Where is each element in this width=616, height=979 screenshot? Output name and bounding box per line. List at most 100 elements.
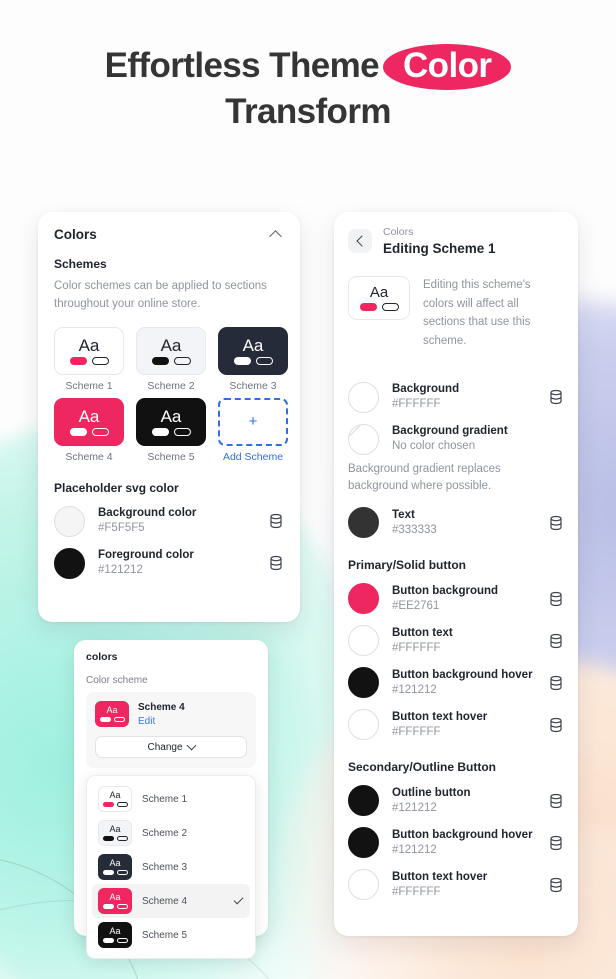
scheme-pill-outline (91, 356, 109, 365)
database-icon[interactable] (548, 591, 564, 607)
colors-panel: Colors Schemes Color schemes can be appl… (38, 212, 300, 622)
selected-scheme-row: Aa Scheme 4 Edit (95, 701, 247, 727)
scheme-menu-item-3[interactable]: Aa Scheme 3 (92, 850, 250, 884)
color-scheme-picker-panel: colors Color scheme Aa Scheme 4 Edit Cha… (74, 640, 268, 959)
color-name: Foreground color (98, 548, 194, 561)
scheme-grid: Aa Scheme 1 Aa Scheme 2 Aa Scheme 3 Aa Scheme 4… (54, 326, 288, 463)
scheme-label: Scheme 4 (65, 450, 113, 463)
edit-scheme-link[interactable]: Edit (138, 716, 185, 727)
color-swatch[interactable] (348, 381, 379, 413)
scheme-label: Scheme 2 (147, 379, 195, 392)
placeholder-color-row: Foreground color #121212 (54, 547, 284, 579)
database-icon[interactable] (548, 633, 564, 649)
scheme-menu-swatch: Aa (98, 786, 132, 812)
color-swatch[interactable] (348, 423, 379, 455)
page-title: Effortless Theme Color Transform (0, 44, 616, 135)
scheme-menu-pills (102, 836, 128, 841)
scheme-menu-item-2[interactable]: Aa Scheme 2 (92, 816, 250, 850)
scheme-swatch-4[interactable]: Aa (54, 397, 124, 446)
scheme-swatch-5[interactable]: Aa (136, 397, 206, 446)
database-icon[interactable] (548, 389, 564, 405)
scheme-menu-pill-filled (102, 802, 114, 807)
database-icon[interactable] (548, 793, 564, 809)
scheme-menu-pill-outline (116, 836, 128, 841)
color-scheme-field-label: Color scheme (86, 675, 148, 686)
database-icon[interactable] (548, 717, 564, 733)
scheme-menu-sample-text: Aa (109, 790, 121, 800)
editing-scheme-header: Colors Editing Scheme 1 (348, 226, 564, 256)
scheme-menu-swatch: Aa (98, 922, 132, 948)
color-name: Button text hover (392, 870, 488, 883)
color-setting-hint: Background gradient replaces background … (348, 462, 501, 493)
scheme-menu-sample-text: Aa (109, 892, 121, 902)
color-setting-row: Button text hover #FFFFFF (348, 869, 564, 901)
color-swatch[interactable] (348, 785, 379, 817)
color-hex-value: #333333 (392, 523, 437, 536)
scheme-swatch-1[interactable]: Aa (54, 326, 124, 375)
scheme-swatch-3[interactable]: Aa (218, 326, 288, 375)
scheme-menu-label: Scheme 1 (142, 793, 188, 805)
scheme-menu-pill-filled (102, 938, 114, 943)
database-icon[interactable] (548, 835, 564, 851)
color-swatch[interactable] (348, 869, 379, 901)
color-swatch[interactable] (348, 583, 379, 615)
scheme-pill-outline (173, 356, 191, 365)
selected-scheme-pill-outline (113, 717, 125, 722)
add-scheme-cell: + Add Scheme (218, 397, 288, 463)
editing-scheme-panel: Colors Editing Scheme 1 Aa Editing this … (334, 212, 578, 936)
color-hex-value: #121212 (392, 683, 437, 696)
color-hex-value: #121212 (392, 801, 437, 814)
headline-line1-text: Effortless Theme (104, 46, 380, 85)
selected-scheme-swatch[interactable]: Aa (95, 701, 129, 727)
scheme-menu-item-1[interactable]: Aa Scheme 1 (92, 782, 250, 816)
schemes-description: Color schemes can be applied to sections… (54, 280, 267, 310)
scheme-cell: Aa Scheme 3 (218, 326, 288, 392)
selected-scheme-name: Scheme 4 (138, 701, 185, 713)
scheme-preview: Aa Editing this scheme's colors will aff… (348, 276, 564, 351)
scheme-menu-pills (102, 870, 128, 875)
scheme-menu-pill-outline (116, 870, 128, 875)
check-icon (233, 896, 244, 907)
color-setting-row: Button text hover #FFFFFF (348, 709, 564, 741)
database-icon[interactable] (548, 877, 564, 893)
color-setting-row: Background gradient No color chosen (348, 423, 564, 455)
database-icon[interactable] (268, 513, 284, 529)
database-icon[interactable] (548, 675, 564, 691)
scheme-cell: Aa Scheme 5 (136, 397, 206, 463)
scheme-pills (69, 356, 109, 365)
scheme-menu-item-4[interactable]: Aa Scheme 4 (92, 884, 250, 918)
scheme-pills (233, 356, 273, 365)
scheme-sample-text: Aa (242, 335, 264, 355)
color-name: Button background hover (392, 828, 533, 841)
color-name: Button background hover (392, 668, 533, 681)
scheme-preview-pill-filled (359, 303, 377, 312)
add-scheme-button[interactable]: + (218, 397, 288, 446)
color-swatch[interactable] (348, 625, 379, 657)
chevron-left-icon[interactable] (348, 229, 372, 253)
database-icon[interactable] (548, 515, 564, 531)
scheme-dropdown-menu: Aa Scheme 1 Aa Scheme 2 Aa Scheme 3 Aa Scheme 4… (86, 775, 256, 959)
change-scheme-button[interactable]: Change (95, 736, 247, 758)
color-swatch[interactable] (348, 827, 379, 859)
scheme-menu-item-5[interactable]: Aa Scheme 5 (92, 918, 250, 952)
scheme-label: Scheme 3 (229, 379, 277, 392)
scheme-label: Scheme 1 (65, 379, 113, 392)
color-name: Background (392, 382, 460, 395)
scheme-sample-text: Aa (78, 406, 100, 426)
colors-panel-title: Colors (54, 226, 97, 242)
headline-line2-text: Transform (225, 91, 391, 131)
color-hex-value: #FFFFFF (392, 885, 441, 898)
color-swatch[interactable] (348, 709, 379, 741)
scheme-menu-swatch: Aa (98, 888, 132, 914)
color-swatch[interactable] (54, 505, 85, 537)
scheme-label: Scheme 5 (147, 450, 195, 463)
chevron-up-icon[interactable] (268, 226, 284, 242)
scheme-preview-swatch[interactable]: Aa (348, 276, 410, 321)
color-swatch[interactable] (348, 507, 379, 539)
scheme-swatch-2[interactable]: Aa (136, 326, 206, 375)
scheme-pills (151, 427, 191, 436)
color-swatch[interactable] (54, 547, 85, 579)
color-swatch[interactable] (348, 667, 379, 699)
color-hex-value: #121212 (98, 564, 143, 577)
database-icon[interactable] (268, 555, 284, 571)
